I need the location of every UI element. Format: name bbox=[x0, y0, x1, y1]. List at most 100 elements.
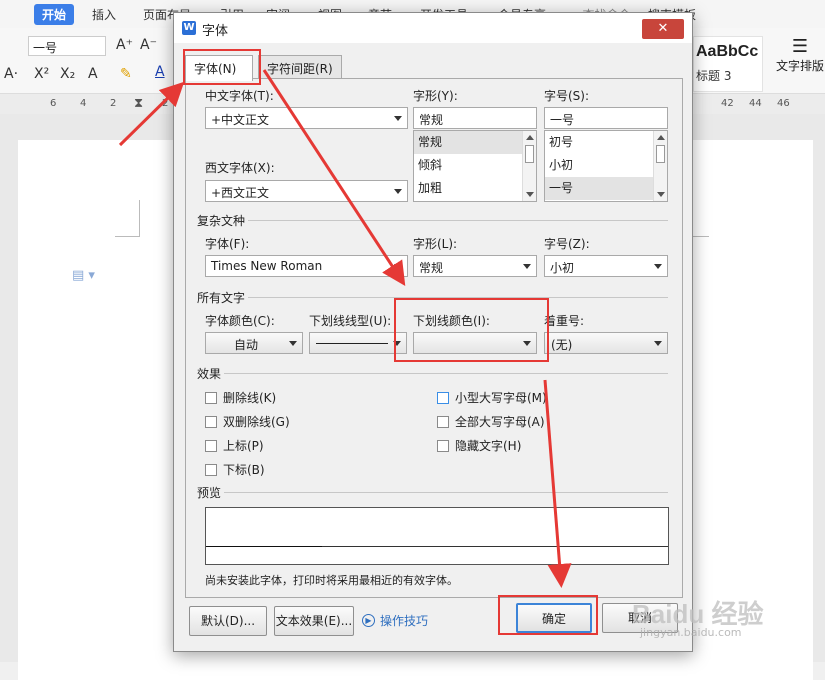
font-color-combo[interactable]: 自动 bbox=[205, 332, 303, 354]
complex-style-combo[interactable]: 常规 bbox=[413, 255, 537, 277]
size-input[interactable]: 一号 bbox=[544, 107, 668, 129]
chevron-down-icon bbox=[654, 341, 662, 346]
checkbox-label: 上标(P) bbox=[223, 439, 264, 453]
superscript-checkbox[interactable]: 上标(P) bbox=[205, 437, 264, 454]
font-color-value: 自动 bbox=[233, 338, 258, 352]
style-input[interactable]: 常规 bbox=[413, 107, 537, 129]
double-strikethrough-checkbox[interactable]: 双删除线(G) bbox=[205, 413, 290, 430]
margin-mark bbox=[139, 200, 140, 237]
style-listbox[interactable]: 常规 倾斜 加粗 bbox=[413, 130, 537, 202]
preview-section-title: 预览 bbox=[197, 486, 222, 500]
play-icon: ▶ bbox=[362, 614, 375, 627]
ruler-tick: 4 bbox=[80, 98, 87, 109]
scroll-down-icon[interactable] bbox=[526, 192, 534, 197]
dialog-title: 字体 bbox=[202, 24, 229, 39]
font-color-label: 字体颜色(C): bbox=[205, 314, 275, 328]
wps-writer-icon: W bbox=[182, 21, 196, 35]
highlight-icon[interactable]: ✎ bbox=[120, 66, 132, 82]
chevron-down-icon bbox=[523, 264, 531, 269]
complex-size-combo[interactable]: 小初 bbox=[544, 255, 668, 277]
font-size-combo[interactable]: 一号 bbox=[28, 36, 106, 56]
font-color-icon[interactable]: A bbox=[155, 64, 165, 80]
indent-marker-icon[interactable]: ⧗ bbox=[134, 96, 143, 111]
list-item[interactable]: 初号 bbox=[545, 131, 667, 154]
checkbox-box[interactable] bbox=[437, 415, 449, 428]
checkbox-box[interactable] bbox=[205, 391, 217, 404]
small-caps-checkbox[interactable]: 小型大写字母(M) bbox=[437, 389, 547, 406]
west-font-label: 西文字体(X): bbox=[205, 161, 275, 175]
complex-section-title: 复杂文种 bbox=[197, 214, 246, 228]
style-name: 标题 3 bbox=[696, 69, 732, 83]
menu-insert[interactable]: 插入 bbox=[92, 6, 116, 23]
subscript-checkbox[interactable]: 下标(B) bbox=[205, 461, 265, 478]
preview-box bbox=[205, 507, 669, 565]
tips-link[interactable]: ▶ 操作技巧 bbox=[362, 612, 428, 629]
cn-font-combo[interactable]: +中文正文 bbox=[205, 107, 408, 129]
all-text-section-title: 所有文字 bbox=[197, 291, 246, 305]
list-item[interactable]: 小初 bbox=[545, 154, 667, 177]
checkbox-label: 删除线(K) bbox=[223, 391, 277, 405]
list-item[interactable]: 常规 bbox=[414, 131, 536, 154]
list-item[interactable]: 倾斜 bbox=[414, 154, 536, 177]
grow-font-icon[interactable]: A⁺ bbox=[116, 37, 133, 53]
tab-font[interactable]: 字体(N) bbox=[185, 55, 253, 81]
scroll-down-icon[interactable] bbox=[657, 192, 665, 197]
strikethrough-checkbox[interactable]: 删除线(K) bbox=[205, 389, 276, 406]
list-item[interactable]: 一号 bbox=[545, 177, 667, 200]
superscript-icon[interactable]: X² bbox=[34, 66, 49, 82]
underline-type-combo[interactable] bbox=[309, 332, 407, 354]
subscript-icon[interactable]: X₂ bbox=[60, 66, 75, 82]
scroll-up-icon[interactable] bbox=[657, 135, 665, 140]
complex-size-value: 小初 bbox=[550, 261, 575, 275]
preview-underline bbox=[206, 546, 322, 547]
menu-home[interactable]: 开始 bbox=[34, 4, 75, 25]
complex-font-combo[interactable]: Times New Roman bbox=[205, 255, 408, 277]
tab-char-spacing[interactable]: 字符间距(R) bbox=[258, 55, 342, 79]
checkbox-box[interactable] bbox=[205, 439, 217, 452]
dialog-titlebar[interactable]: W 字体 ✕ bbox=[174, 13, 692, 43]
complex-style-value: 常规 bbox=[419, 261, 444, 275]
complex-font-label: 字体(F): bbox=[205, 237, 250, 251]
ruler-tick: 6 bbox=[50, 98, 57, 109]
chevron-down-icon bbox=[394, 116, 402, 121]
scroll-thumb[interactable] bbox=[656, 145, 665, 163]
section-divider bbox=[224, 492, 668, 493]
highlight-underline-color bbox=[394, 298, 549, 362]
scrollbar[interactable] bbox=[522, 131, 536, 201]
text-effect-icon[interactable]: A bbox=[88, 66, 98, 82]
text-clear-icon[interactable]: A· bbox=[4, 66, 18, 82]
size-listbox[interactable]: 初号 小初 一号 bbox=[544, 130, 668, 202]
west-font-combo[interactable]: +西文正文 bbox=[205, 180, 408, 202]
checkbox-box[interactable] bbox=[437, 391, 449, 404]
ruler-tick: 42 bbox=[721, 98, 734, 109]
hidden-text-checkbox[interactable]: 隐藏文字(H) bbox=[437, 437, 521, 454]
section-divider bbox=[248, 220, 668, 221]
scroll-thumb[interactable] bbox=[525, 145, 534, 163]
font-missing-note: 尚未安装此字体，打印时将采用最相近的有效字体。 bbox=[205, 574, 458, 587]
complex-size-label: 字号(Z): bbox=[544, 237, 590, 251]
chevron-down-icon bbox=[394, 264, 402, 269]
checkbox-box[interactable] bbox=[437, 439, 449, 452]
paragraph-layout-icon[interactable]: ▤ ▾ bbox=[72, 268, 95, 283]
style-heading3[interactable]: AaBbCc 标题 3 bbox=[693, 36, 763, 92]
all-caps-checkbox[interactable]: 全部大写字母(A) bbox=[437, 413, 545, 430]
highlight-ok-button bbox=[498, 595, 598, 635]
font-size-value: 一号 bbox=[33, 41, 58, 55]
checkbox-box[interactable] bbox=[205, 463, 217, 476]
list-item[interactable]: 加粗 bbox=[414, 177, 536, 200]
default-button[interactable]: 默认(D)... bbox=[189, 606, 267, 636]
text-effect-button[interactable]: 文本效果(E)... bbox=[274, 606, 354, 636]
scrollbar[interactable] bbox=[653, 131, 667, 201]
line-sample bbox=[316, 343, 388, 344]
checkbox-box[interactable] bbox=[205, 415, 217, 428]
ruler-tick: 46 bbox=[777, 98, 790, 109]
close-button[interactable]: ✕ bbox=[642, 19, 684, 39]
emphasis-combo[interactable]: (无) bbox=[544, 332, 668, 354]
margin-mark bbox=[115, 236, 139, 237]
ruler-tick: 2 bbox=[162, 98, 169, 109]
scroll-up-icon[interactable] bbox=[526, 135, 534, 140]
baidu-watermark-url: jingyan.baidu.com bbox=[640, 626, 742, 639]
text-layout-button[interactable]: ☰ 文字排版 bbox=[775, 36, 825, 74]
style-sample: AaBbCc bbox=[696, 43, 759, 60]
shrink-font-icon[interactable]: A⁻ bbox=[140, 37, 157, 53]
